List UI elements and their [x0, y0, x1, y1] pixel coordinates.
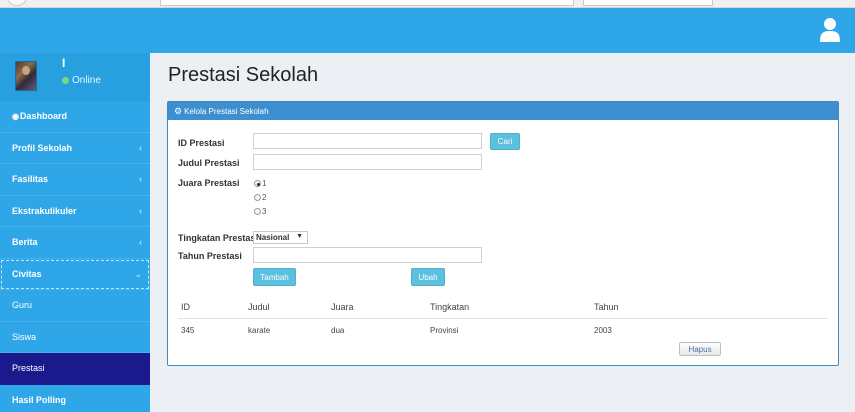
- radio-button[interactable]: [254, 208, 261, 215]
- online-status-icon: [62, 77, 69, 84]
- sidebar-item-label: Ekstrakulikuler: [12, 205, 77, 216]
- table-cell-id: 345: [181, 326, 195, 335]
- user-panel: I Online: [0, 53, 150, 101]
- table-header-juara: Juara: [331, 302, 354, 312]
- table-cell-judul: karate: [248, 326, 271, 335]
- sidebar-item-dashboard[interactable]: ◉ Dashboard: [0, 101, 150, 133]
- sidebar-item-ekstrakulikuler[interactable]: Ekstrakulikuler ‹: [0, 196, 150, 227]
- sidebar: I Online ◉ Dashboard Profil Sekolah ‹ Fa…: [0, 53, 150, 412]
- sidebar-item-guru[interactable]: Guru: [0, 290, 150, 322]
- sidebar-menu: ◉ Dashboard Profil Sekolah ‹ Fasilitas ‹…: [0, 101, 150, 412]
- user-name: I: [62, 56, 66, 70]
- table-header-tahun: Tahun: [594, 302, 619, 312]
- sidebar-item-label: Dashboard: [19, 111, 67, 122]
- id-prestasi-label: ID Prestasi: [178, 138, 225, 148]
- chevron-left-icon: ‹: [139, 142, 142, 153]
- table-cell-tingkatan: Provinsi: [430, 326, 459, 335]
- sidebar-item-label: Profil Sekolah: [12, 142, 73, 153]
- hapus-button[interactable]: Hapus: [679, 342, 721, 356]
- user-status-label: Online: [72, 75, 101, 86]
- radio-label: 1: [262, 179, 267, 188]
- tahun-prestasi-input[interactable]: [253, 247, 482, 263]
- tingkatan-select[interactable]: Nasional ▼: [253, 231, 308, 244]
- tahun-prestasi-label: Tahun Prestasi: [178, 251, 242, 261]
- juara-radio-1[interactable]: 1: [254, 179, 266, 188]
- sidebar-item-label: Civitas: [12, 268, 42, 279]
- radio-label: 2: [262, 193, 267, 202]
- browser-search-bar[interactable]: [583, 0, 713, 6]
- judul-prestasi-label: Judul Prestasi: [178, 158, 240, 168]
- sidebar-item-label: Berita: [12, 237, 38, 248]
- tingkatan-selected-value: Nasional: [256, 233, 290, 242]
- chevron-left-icon: ‹: [139, 174, 142, 184]
- dropdown-arrow-icon: ▼: [296, 233, 303, 240]
- dashboard-icon: ◉: [12, 111, 19, 121]
- sidebar-item-civitas[interactable]: Civitas ⌄: [0, 259, 150, 290]
- sidebar-item-label: Hasil Polling: [12, 394, 67, 405]
- sidebar-item-fasilitas[interactable]: Fasilitas ‹: [0, 164, 150, 196]
- browser-address-bar[interactable]: [160, 0, 574, 6]
- top-header: [0, 8, 855, 53]
- sidebar-item-label: Prestasi: [12, 363, 45, 374]
- chevron-left-icon: ‹: [139, 237, 142, 247]
- user-status: Online: [62, 75, 101, 86]
- sidebar-item-label: Guru: [12, 300, 33, 311]
- sidebar-item-siswa[interactable]: Siswa: [0, 322, 150, 353]
- search-button[interactable]: Cari: [490, 133, 520, 150]
- avatar: [15, 61, 37, 91]
- prestasi-form-box: ⚙ Kelola Prestasi Sekolah ID Prestasi Ca…: [167, 101, 839, 366]
- tambah-button[interactable]: Tambah: [253, 268, 296, 286]
- sidebar-item-prestasi[interactable]: Prestasi: [0, 353, 150, 385]
- browser-back-button[interactable]: [6, 0, 28, 6]
- gear-icon: ⚙: [174, 105, 183, 116]
- juara-prestasi-label: Juara Prestasi: [178, 178, 240, 188]
- box-title: Kelola Prestasi Sekolah: [184, 106, 269, 116]
- sidebar-item-label: Fasilitas: [12, 174, 49, 185]
- sidebar-item-hasil-polling[interactable]: Hasil Polling: [0, 385, 150, 412]
- browser-chrome-strip: [0, 0, 855, 8]
- judul-prestasi-input[interactable]: [253, 154, 482, 170]
- page-title: Prestasi Sekolah: [168, 64, 319, 86]
- chevron-down-icon: ⌄: [134, 268, 142, 279]
- radio-label: 3: [262, 207, 267, 216]
- juara-radio-2[interactable]: 2: [254, 193, 266, 202]
- sidebar-item-berita[interactable]: Berita ‹: [0, 227, 150, 259]
- table-cell-juara: dua: [331, 326, 345, 335]
- radio-button[interactable]: [254, 180, 261, 187]
- table-divider: [178, 318, 828, 319]
- box-header: ⚙ Kelola Prestasi Sekolah: [168, 102, 838, 120]
- tingkatan-prestasi-label: Tingkatan Prestasi: [178, 233, 258, 243]
- table-header-judul: Judul: [248, 302, 270, 312]
- chevron-left-icon: ‹: [139, 205, 142, 216]
- ubah-button[interactable]: Ubah: [411, 268, 445, 286]
- table-header-id: ID: [181, 302, 190, 312]
- user-icon[interactable]: [819, 17, 841, 43]
- sidebar-item-label: Siswa: [12, 331, 37, 342]
- table-cell-tahun: 2003: [594, 326, 612, 335]
- radio-button[interactable]: [254, 194, 261, 201]
- table-header-tingkatan: Tingkatan: [430, 302, 470, 312]
- id-prestasi-input[interactable]: [253, 133, 482, 149]
- sidebar-item-profil-sekolah[interactable]: Profil Sekolah ‹: [0, 133, 150, 164]
- juara-radio-3[interactable]: 3: [254, 207, 266, 216]
